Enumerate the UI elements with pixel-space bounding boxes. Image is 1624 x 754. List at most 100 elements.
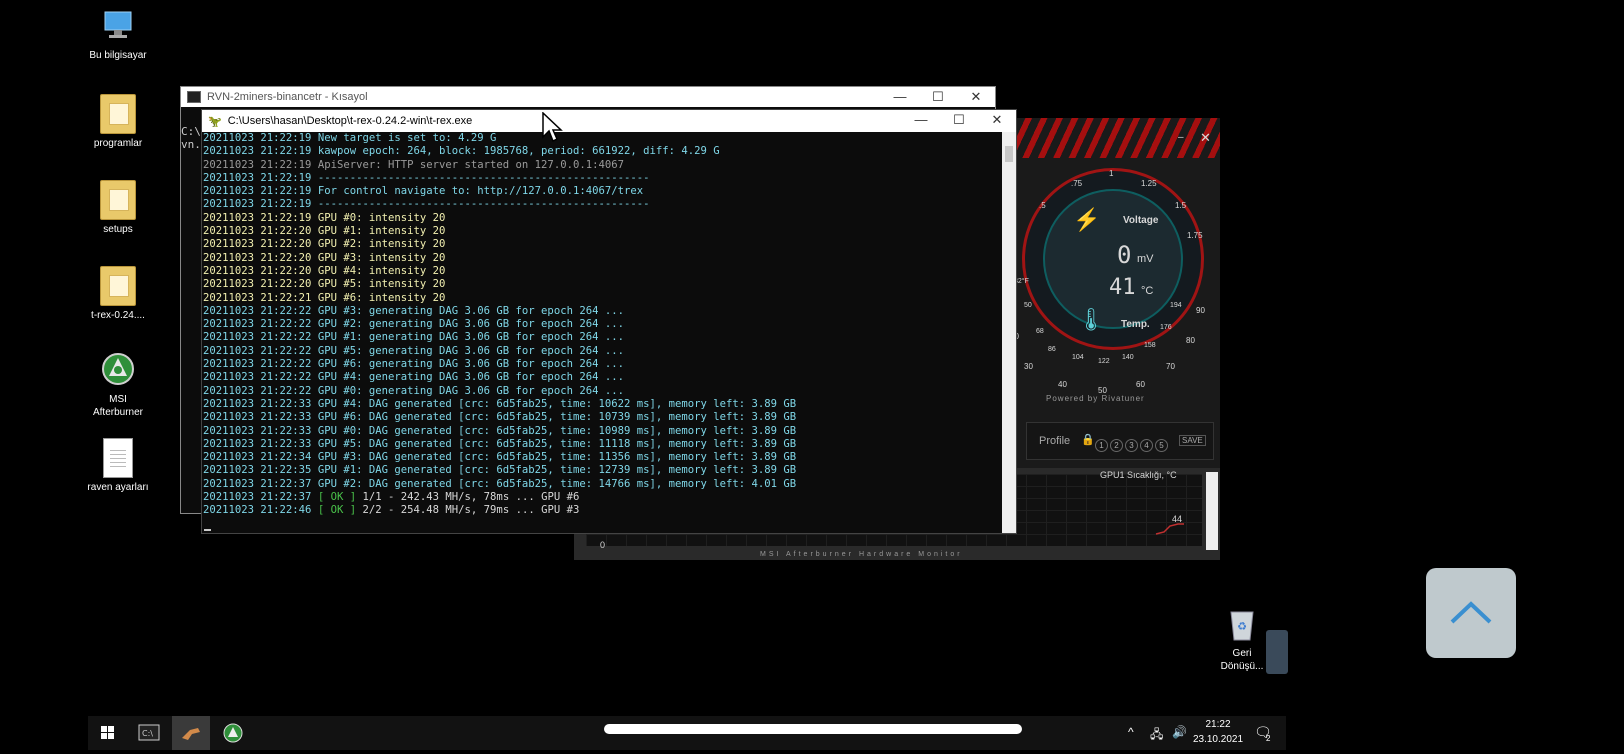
log-timestamp: 20211023 21:22:20 [203,264,312,277]
clock-date[interactable]: 23.10.2021 [1186,734,1250,745]
gauge-tick: 60 [1136,380,1145,389]
t-rex-terminal-window[interactable]: 🦖 C:\Users\hasan\Desktop\t-rex-0.24.2-wi… [201,109,1017,534]
t-rex-icon: 🦖 [208,115,222,128]
log-message: GPU #1: generating DAG 3.06 GB for epoch… [317,331,624,344]
terminal-titlebar[interactable]: 🦖 C:\Users\hasan\Desktop\t-rex-0.24.2-wi… [202,110,1016,132]
show-hidden-icons[interactable]: ^ [1128,725,1134,739]
voltage-value: 0 [1117,241,1132,269]
gauge-tick: 70 [1166,362,1175,371]
desktop-icon-programlar[interactable]: programlar [75,94,161,150]
terminal-line: 20211023 21:22:34 GPU #3: DAG generated … [203,451,1000,464]
voltage-unit: mV [1137,253,1154,265]
gauge-tick: 1.75 [1187,231,1203,240]
log-message: GPU #6: DAG generated [crc: 6d5fab25, ti… [317,411,797,424]
network-icon[interactable]: 🖧 [1150,725,1163,746]
log-timestamp: 20211023 21:22:19 [203,185,312,198]
minimize-button[interactable]: — [902,110,940,130]
clock-time[interactable]: 21:22 [1186,719,1250,730]
log-message: 1/1 - 242.43 MH/s, 78ms ... GPU #6 [362,491,580,504]
side-panel-icon[interactable] [1266,630,1288,674]
log-message: GPU #3: DAG generated [crc: 6d5fab25, ti… [317,451,797,464]
log-message: GPU #2: DAG generated [crc: 6d5fab25, ti… [317,477,797,490]
profile-slot-4[interactable]: 4 [1140,439,1153,452]
back-window-line: vn. [181,138,201,151]
terminal-line: 20211023 21:22:20 GPU #4: intensity 20 [203,265,1000,278]
log-timestamp: 20211023 21:22:19 [203,198,312,211]
powered-by-text: Powered by Rivatuner [1046,394,1145,403]
profile-slot-5[interactable]: 5 [1155,439,1168,452]
log-message: GPU #4: intensity 20 [317,264,446,277]
log-message: GPU #2: intensity 20 [317,238,446,251]
ok-badge: [ OK ] [317,491,357,504]
log-message: GPU #0: DAG generated [crc: 6d5fab25, ti… [317,424,797,437]
profile-label: Profile [1039,435,1071,447]
profile-slot-1[interactable]: 1 [1095,439,1108,452]
log-message: ----------------------------------------… [317,198,650,211]
log-message: GPU #5: DAG generated [crc: 6d5fab25, ti… [317,437,797,450]
scrollbar-thumb[interactable] [1005,146,1013,162]
log-message: GPU #2: generating DAG 3.06 GB for epoch… [317,318,624,331]
terminal-line: 20211023 21:22:19 For control navigate t… [203,185,1000,198]
desktop-icon-label: raven ayarları [87,482,149,493]
maximize-button[interactable]: ☐ [919,87,957,107]
terminal-line: 20211023 21:22:19 kawpow epoch: 264, blo… [203,145,1000,158]
afterburner-minimize-icon[interactable]: – [1178,132,1184,143]
log-message: GPU #0: intensity 20 [317,211,446,224]
notification-count: 2 [1266,734,1271,743]
maximize-button[interactable]: ☐ [940,110,978,130]
chevron-up-icon [1450,601,1492,624]
log-timestamp: 20211023 21:22:22 [203,358,312,371]
voltage-temp-gauge: ⚡ Voltage 0 mV 41 °C 🌡 Temp. 1 .75 1.25 … [1022,168,1204,350]
gauge-tick: 104 [1072,354,1084,361]
taskbar-t-rex[interactable] [172,716,210,750]
gauge-tick: 1 [1109,169,1114,178]
terminal-line: 20211023 21:22:37 GPU #2: DAG generated … [203,478,1000,491]
scroll-up-button[interactable] [1426,568,1516,658]
desktop-icon-raven-ayarlari[interactable]: raven ayarları [75,438,161,494]
log-message: GPU #5: intensity 20 [317,278,446,291]
home-indicator-bar[interactable] [604,724,1022,734]
desktop-icon-this-pc[interactable]: Bu bilgisayar [75,8,161,62]
log-timestamp: 20211023 21:22:22 [203,331,312,344]
profile-slot-3[interactable]: 3 [1125,439,1138,452]
gauge-tick: 68 [1036,328,1044,335]
log-message: GPU #0: generating DAG 3.06 GB for epoch… [317,384,624,397]
terminal-line: 20211023 21:22:19 ApiServer: HTTP server… [203,159,1000,172]
minimize-button[interactable]: — [881,87,919,107]
back-window-titlebar[interactable]: RVN-2miners-binancetr - Kısayol — ☐ ✕ [181,87,995,107]
desktop-icon-t-rex[interactable]: t-rex-0.24.... [75,266,161,322]
desktop-icon-msi-afterburner[interactable]: MSI Afterburner [75,352,161,419]
save-button[interactable]: SAVE [1179,435,1206,446]
log-timestamp: 20211023 21:22:22 [203,304,312,317]
terminal-line: 20211023 21:22:20 GPU #3: intensity 20 [203,252,1000,265]
afterburner-icon [101,352,135,390]
gauge-tick: 176 [1160,324,1172,331]
desktop-icon-label: t-rex-0.24.... [91,310,145,321]
windows-icon [101,726,114,739]
start-button[interactable] [88,716,126,750]
t-rex-icon [182,728,200,740]
volume-icon[interactable]: 🔊 [1172,725,1187,739]
log-message: GPU #6: generating DAG 3.06 GB for epoch… [317,358,624,371]
terminal-scrollbar[interactable] [1002,132,1016,533]
terminal-line: 20211023 21:22:20 GPU #1: intensity 20 [203,225,1000,238]
close-button[interactable]: ✕ [957,87,995,107]
taskbar-afterburner[interactable] [214,716,252,750]
close-button[interactable]: ✕ [978,110,1016,130]
desktop-icon-setups[interactable]: setups [75,180,161,236]
terminal-line: 20211023 21:22:22 GPU #3: generating DAG… [203,305,1000,318]
log-message: ApiServer: HTTP server started on 127.0.… [317,158,624,171]
gauge-tick: 50 [1024,302,1032,309]
desktop-icon-label: MSI Afterburner [92,394,144,418]
taskbar-console[interactable]: C:\ [130,716,168,750]
afterburner-close-icon[interactable]: ✕ [1200,130,1211,146]
log-timestamp: 20211023 21:22:22 [203,384,312,397]
gauge-inner [1043,189,1183,329]
gauge-tick: .75 [1071,179,1083,188]
share-line: 20211023 21:22:37 [ OK ] 1/1 - 242.43 MH… [203,491,1000,504]
profile-slot-2[interactable]: 2 [1110,439,1123,452]
monitor-scrollbar[interactable] [1206,472,1218,550]
log-timestamp: 20211023 21:22:33 [203,437,312,450]
log-message: GPU #4: generating DAG 3.06 GB for epoch… [317,371,624,384]
monitor-footer: MSI Afterburner Hardware Monitor [760,551,963,558]
